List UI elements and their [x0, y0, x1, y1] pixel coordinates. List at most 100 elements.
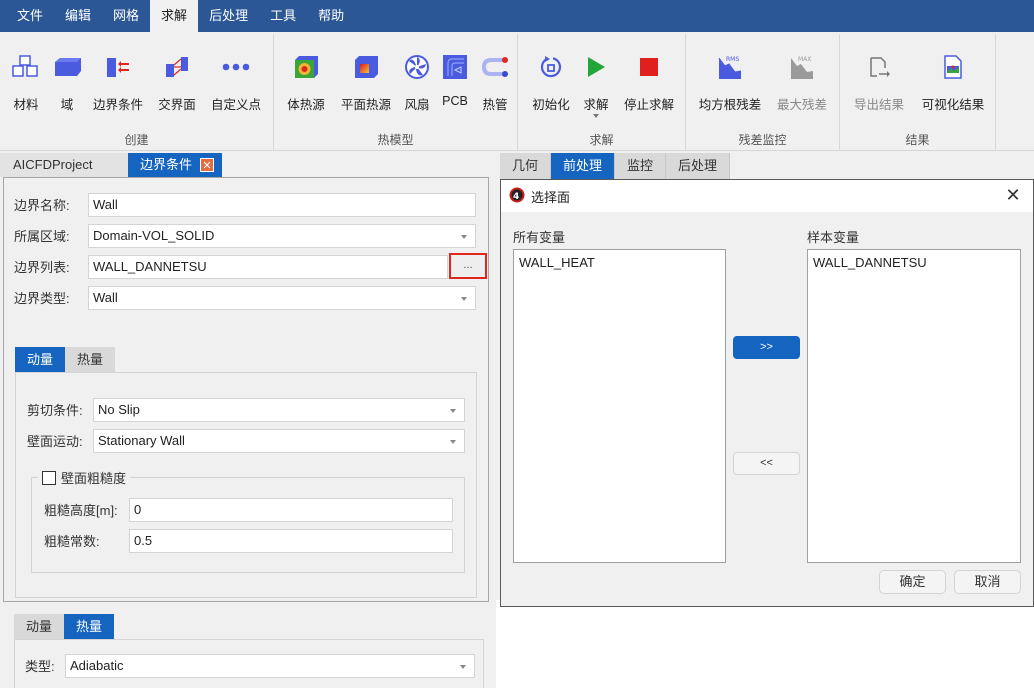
list-item[interactable]: WALL_DANNETSU	[813, 254, 1015, 272]
planar-heat-source-button[interactable]: 平面热源	[336, 34, 396, 124]
ok-button[interactable]: 确定	[879, 570, 946, 594]
wall-roughness-title[interactable]: 壁面粗糙度	[38, 468, 131, 487]
svg-text:RMS: RMS	[726, 56, 739, 63]
thermal-type-label: 类型:	[25, 659, 55, 674]
rms-residual-button[interactable]: RMS 均方根残差	[694, 34, 766, 124]
group-label-results: 结果	[905, 133, 930, 147]
domain-label: 所属区域:	[14, 229, 70, 244]
initialize-button[interactable]: 初始化	[528, 34, 574, 124]
group-label-thermal-model: 热模型	[377, 133, 414, 147]
viewport-area	[500, 607, 1034, 688]
menu-postprocess[interactable]: 后处理	[198, 0, 259, 32]
max-residual-button[interactable]: MAX 最大残差	[772, 34, 832, 124]
boundary-name-input[interactable]: Wall	[88, 192, 476, 217]
menu-help[interactable]: 帮助	[307, 0, 355, 32]
shear-condition-value: No Slip	[98, 401, 140, 417]
browse-boundary-button[interactable]: ...	[449, 253, 487, 279]
roughness-height-input[interactable]: 0	[129, 497, 453, 522]
menu-tools[interactable]: 工具	[259, 0, 307, 32]
close-tab-icon[interactable]: ✕	[200, 158, 215, 172]
visualize-result-icon	[938, 52, 968, 82]
thermal-type-value: Adiabatic	[70, 657, 124, 673]
boundary-type-select[interactable]: Wall	[88, 285, 476, 310]
domain-box-icon	[52, 52, 82, 82]
solve-button[interactable]: 求解	[578, 34, 614, 124]
momentum-section-tabs: 动量 热量	[15, 347, 116, 372]
chevron-down-icon	[450, 408, 456, 413]
tab-monitor[interactable]: 监控	[615, 153, 667, 179]
boundary-type-label: 边界类型:	[14, 291, 70, 306]
thermal-type-select[interactable]: Adiabatic	[65, 653, 475, 678]
add-to-sample-button[interactable]: >>	[733, 336, 800, 359]
pcb-button[interactable]: PCB	[438, 34, 472, 124]
roughness-constant-input[interactable]: 0.5	[129, 528, 453, 553]
tab-momentum[interactable]: 动量	[15, 347, 66, 372]
roughness-constant-label: 粗糙常数:	[44, 534, 100, 549]
stop-solve-button[interactable]: 停止求解	[618, 34, 680, 124]
stop-icon	[634, 52, 664, 82]
dialog-title-bar[interactable]: 4 选择面 ✕	[501, 180, 1033, 212]
shear-condition-select[interactable]: No Slip	[93, 397, 465, 422]
ribbon: 材料 域 边界条件 交界面 自定义点 创建 体热源 平面热源 风扇 PCB 热管…	[0, 32, 1034, 151]
roughness-height-row: 粗糙高度[m]: 0	[44, 497, 453, 522]
interface-icon	[162, 52, 192, 82]
view-tabs: 几何 前处理 监控 后处理	[500, 153, 731, 179]
chevron-down-icon	[460, 664, 466, 669]
tab-thermal[interactable]: 热量	[65, 347, 116, 372]
export-result-button[interactable]: 导出结果	[848, 34, 910, 124]
custom-point-button[interactable]: 自定义点	[206, 34, 266, 124]
boundary-type-select-value: Wall	[93, 289, 118, 305]
max-residual-icon: MAX	[787, 52, 817, 82]
menu-bar: 文件 编辑 网格 求解 后处理 工具 帮助	[0, 0, 1034, 32]
wall-motion-label: 壁面运动:	[27, 434, 83, 449]
tab-thermal-lower[interactable]: 热量	[64, 614, 115, 639]
fan-icon	[402, 52, 432, 82]
tab-preprocess[interactable]: 前处理	[551, 153, 616, 179]
boundary-type-row: 边界类型: Wall	[14, 285, 476, 310]
heat-pipe-button[interactable]: 热管	[476, 34, 514, 124]
boundary-condition-panel: 边界名称: Wall 所属区域: Domain-VOL_SOLID 边界列表: …	[3, 177, 489, 602]
remove-from-sample-button[interactable]: <<	[733, 452, 800, 475]
fan-button[interactable]: 风扇	[400, 34, 434, 124]
wall-motion-row: 壁面运动: Stationary Wall	[27, 428, 465, 453]
visualize-result-button[interactable]: 可视化结果	[916, 34, 990, 124]
more-dots-icon	[221, 52, 251, 82]
all-variables-list[interactable]: WALL_HEAT	[513, 249, 726, 563]
app-logo-icon: 4	[509, 187, 525, 206]
menu-solve[interactable]: 求解	[150, 0, 199, 32]
tab-postprocess[interactable]: 后处理	[666, 153, 731, 179]
boundary-name-row: 边界名称: Wall	[14, 192, 476, 217]
interface-button[interactable]: 交界面	[154, 34, 200, 124]
tab-boundary-condition[interactable]: 边界条件 ✕	[128, 153, 223, 177]
tab-momentum-lower[interactable]: 动量	[14, 614, 65, 639]
chevron-down-icon	[461, 234, 467, 239]
ribbon-group-thermal-model: 体热源 平面热源 风扇 PCB 热管 热模型	[274, 34, 518, 150]
tab-geometry[interactable]: 几何	[500, 153, 552, 179]
ribbon-group-residual-monitor: RMS 均方根残差 MAX 最大残差 残差监控	[686, 34, 840, 150]
svg-text:4: 4	[513, 192, 519, 202]
cancel-button[interactable]: 取消	[954, 570, 1021, 594]
menu-edit[interactable]: 编辑	[54, 0, 102, 32]
rms-residual-icon: RMS	[715, 52, 745, 82]
document-tabs: AICFDProject 边界条件 ✕	[0, 153, 223, 177]
domain-button[interactable]: 域	[50, 34, 84, 124]
wall-motion-select[interactable]: Stationary Wall	[93, 428, 465, 453]
boundary-list-input[interactable]: WALL_DANNETSU	[88, 254, 448, 279]
list-item[interactable]: WALL_HEAT	[519, 254, 720, 272]
wall-roughness-checkbox[interactable]	[42, 470, 56, 485]
domain-select[interactable]: Domain-VOL_SOLID	[88, 223, 476, 248]
boundary-condition-button[interactable]: 边界条件	[88, 34, 148, 124]
solve-dropdown-arrow-icon[interactable]	[593, 114, 599, 118]
menu-mesh[interactable]: 网格	[102, 0, 150, 32]
sample-variables-list[interactable]: WALL_DANNETSU	[807, 249, 1021, 563]
close-icon[interactable]: ✕	[1003, 185, 1023, 206]
menu-file[interactable]: 文件	[6, 0, 54, 32]
tab-aicfd-project[interactable]: AICFDProject	[0, 153, 128, 177]
pcb-icon	[440, 52, 470, 82]
volume-heat-source-button[interactable]: 体热源	[282, 34, 330, 124]
play-icon	[581, 52, 611, 82]
material-button[interactable]: 材料	[8, 34, 44, 124]
boundary-list-row: 边界列表: WALL_DANNETSU	[14, 254, 448, 279]
heat-pipe-icon	[480, 52, 510, 82]
select-face-dialog: 4 选择面 ✕ 所有变量 WALL_HEAT 样本变量 WALL_DANNETS…	[500, 179, 1034, 607]
